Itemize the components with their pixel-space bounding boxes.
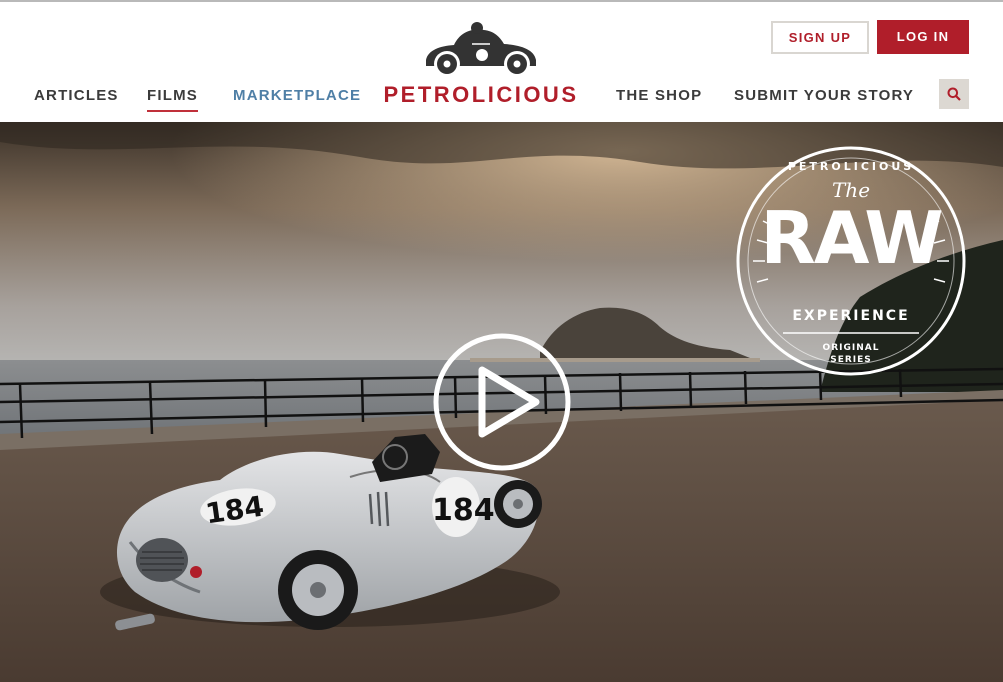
nav-submit-your-story[interactable]: SUBMIT YOUR STORY bbox=[734, 87, 914, 104]
badge-subtitle: EXPERIENCE bbox=[792, 308, 910, 324]
play-icon bbox=[478, 366, 540, 438]
nav-marketplace[interactable]: MARKETPLACE bbox=[233, 87, 361, 104]
brand-name[interactable]: PETROLICIOUS bbox=[380, 82, 582, 108]
car-number-side: 184 bbox=[432, 493, 495, 528]
badge-arc-text: PETROLICIOUS bbox=[787, 160, 915, 173]
nav-articles[interactable]: ARTICLES bbox=[34, 87, 119, 104]
nav-the-shop[interactable]: THE SHOP bbox=[616, 87, 702, 104]
site-header: PETROLICIOUS ARTICLES FILMS MARKETPLACE … bbox=[0, 2, 1003, 122]
sign-up-button[interactable]: SIGN UP bbox=[771, 21, 869, 54]
badge-title: RAW bbox=[760, 196, 943, 280]
play-button[interactable] bbox=[432, 332, 572, 472]
nav-films[interactable]: FILMS bbox=[147, 87, 198, 112]
hero-video[interactable]: 184 184 PETROLICIOUS The RAW EXPERIENCE … bbox=[0, 122, 1003, 682]
badge-series-line1: ORIGINAL bbox=[822, 343, 880, 353]
search-icon bbox=[947, 87, 961, 101]
search-button[interactable] bbox=[939, 79, 969, 109]
car-logo-icon[interactable] bbox=[420, 20, 542, 80]
badge-series-line2: SERIES bbox=[830, 355, 872, 365]
log-in-button[interactable]: LOG IN bbox=[877, 20, 969, 54]
